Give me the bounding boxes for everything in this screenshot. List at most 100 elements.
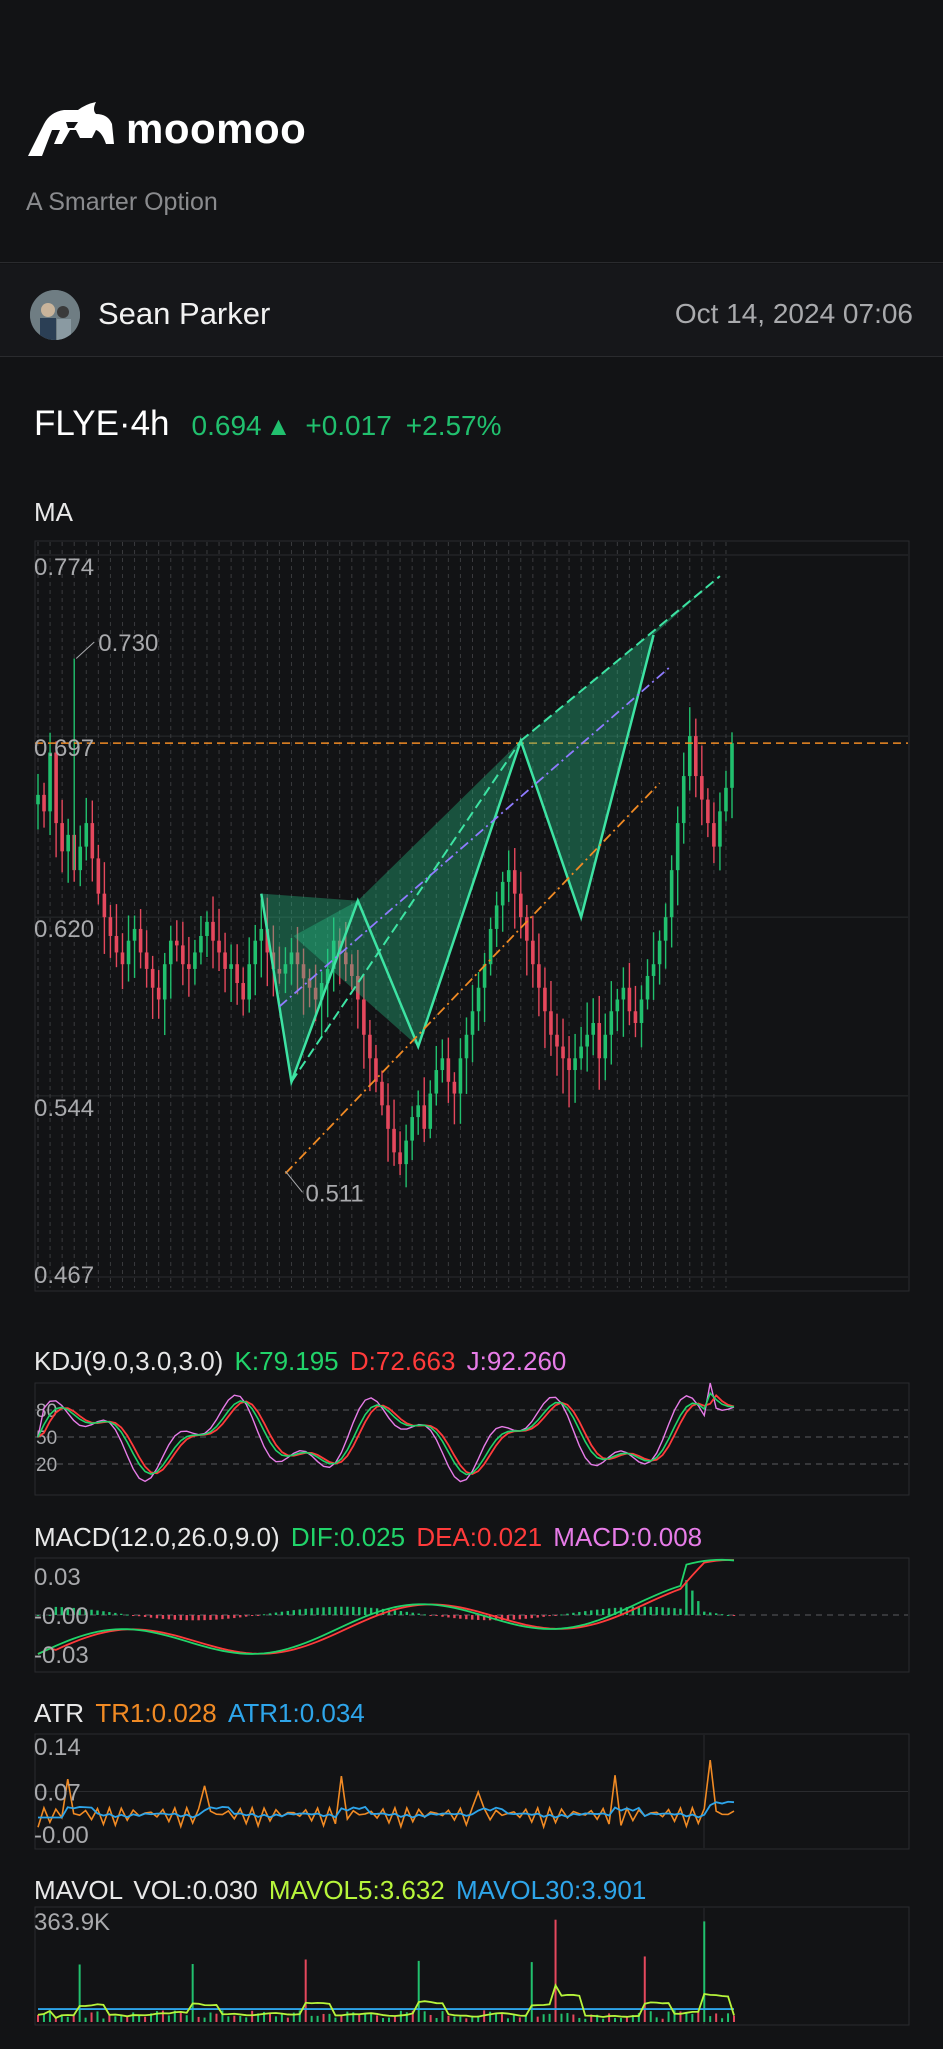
macd-histogram-bar (161, 1615, 165, 1619)
mavol-chart[interactable]: 363.9K (34, 1906, 910, 2026)
volume-bar (709, 2016, 712, 2022)
candle-body (114, 935, 119, 953)
volume-bar (649, 2011, 652, 2022)
macd-histogram-bar (250, 1615, 254, 1616)
macd-histogram-bar (358, 1607, 361, 1615)
candle-body (181, 945, 185, 965)
volume-bar (536, 2016, 539, 2022)
volume-bar (584, 2018, 587, 2022)
volume-bar (691, 2013, 694, 2022)
macd-histogram-bar (584, 1611, 587, 1615)
volume-bar (548, 2013, 551, 2022)
annotation-high: 0.730 (98, 630, 158, 657)
candle-body (78, 846, 83, 871)
candle-body (380, 1081, 384, 1106)
macd-histogram-bar (221, 1615, 224, 1620)
volume-bar (447, 2015, 450, 2022)
volume-bar (608, 2013, 611, 2022)
candle-body (585, 1034, 589, 1047)
volume-bar (322, 2013, 325, 2022)
volume-bar (715, 2013, 718, 2022)
volume-bar (209, 2012, 212, 2022)
macd-histogram-bar (685, 1580, 688, 1615)
candle-body (96, 858, 101, 894)
volume-bar (191, 1964, 194, 2022)
kdj-j-line (37, 1382, 735, 1483)
macd-histogram-bar (667, 1607, 670, 1615)
annotation-low: 0.511 (305, 1180, 363, 1207)
candle-body (609, 1011, 614, 1035)
volume-bar (310, 2015, 313, 2022)
bull-logo-icon (28, 102, 114, 156)
volume-bar (304, 1959, 307, 2022)
kdj-chart[interactable]: 805020 (34, 1382, 910, 1496)
macd-histogram-bar (518, 1615, 522, 1620)
macd-histogram-bar (477, 1615, 480, 1620)
volume-bar (340, 2015, 343, 2022)
candle-body (687, 736, 692, 777)
volume-bar (566, 2013, 569, 2022)
candle-body (193, 952, 197, 969)
candle-body (120, 952, 125, 965)
volume-bar (435, 2018, 438, 2022)
volume-bar (518, 2017, 521, 2022)
macd-histogram-bar (352, 1606, 355, 1615)
ticker-symbol[interactable]: FLYE·4h (34, 404, 170, 444)
mavol-ma30-value: MAVOL30:3.901 (456, 1875, 647, 1905)
candle-body (700, 776, 704, 800)
volume-bar (316, 2015, 319, 2022)
volume-bar (328, 2013, 331, 2022)
y-tick-label: 0.697 (34, 735, 94, 762)
macd-histogram-bar (607, 1608, 611, 1615)
main-price-chart[interactable]: Sep 3Sep 16Sep 27Oct 10Oct 230.7300.5110… (34, 540, 910, 1292)
macd-histogram-bar (114, 1612, 117, 1615)
volume-bar (733, 2015, 735, 2022)
volume-bar (126, 2016, 129, 2022)
macd-histogram-bar (679, 1608, 682, 1615)
volume-bar (274, 2016, 277, 2022)
macd-histogram-bar (143, 1615, 147, 1617)
macd-histogram-bar (732, 1615, 736, 1616)
macd-histogram-bar (239, 1615, 242, 1618)
candle-body (398, 1152, 402, 1165)
macd-histogram-bar (465, 1615, 468, 1620)
avatar[interactable] (30, 290, 80, 340)
macd-histogram-bar (601, 1608, 605, 1615)
candle-body (259, 928, 264, 941)
macd-histogram-bar (512, 1615, 516, 1620)
volume-bar (66, 2016, 69, 2022)
candle-body (651, 964, 656, 976)
kdj-frame (34, 1382, 910, 1496)
candle-body (603, 1034, 608, 1059)
candle-body (464, 1034, 469, 1059)
author-name[interactable]: Sean Parker (98, 296, 270, 332)
kdj-header: KDJ(9.0,3.0,3.0) K:79.195 D:72.663 J:92.… (34, 1346, 566, 1377)
macd-histogram-bar (435, 1615, 438, 1617)
volume-bar (37, 2014, 39, 2022)
candle-body (126, 940, 131, 965)
candle-body (494, 905, 499, 929)
volume-bar (197, 2016, 200, 2022)
volume-bar (465, 2018, 468, 2022)
macd-chart[interactable]: 0.03 -0.00 -0.03 (34, 1557, 910, 1673)
volume-bar (78, 1964, 81, 2022)
atr-tr1-line (37, 1759, 735, 1830)
atr-chart[interactable]: 0.14 0.07 -0.00 (34, 1733, 910, 1850)
volume-bar (185, 2015, 188, 2022)
volume-bar (144, 2016, 147, 2022)
volume-bar (215, 2013, 218, 2022)
volume-bar (42, 2013, 45, 2022)
candle-body (156, 987, 161, 1000)
y-tick-label: 0.467 (34, 1262, 94, 1289)
mavol-frame (34, 1906, 910, 2026)
volume-bar (132, 2012, 135, 2022)
last-price: 0.694 (191, 410, 262, 441)
price-change: +0.017 (305, 410, 392, 441)
candle-body (506, 870, 511, 882)
volume-bar (661, 2018, 664, 2022)
macd-histogram-bar (292, 1610, 295, 1615)
atr-atr1-value: ATR1:0.034 (227, 1698, 365, 1728)
candle-body (410, 1117, 414, 1141)
macd-y-tick: -0.00 (34, 1603, 89, 1630)
candle-body (633, 1011, 638, 1024)
